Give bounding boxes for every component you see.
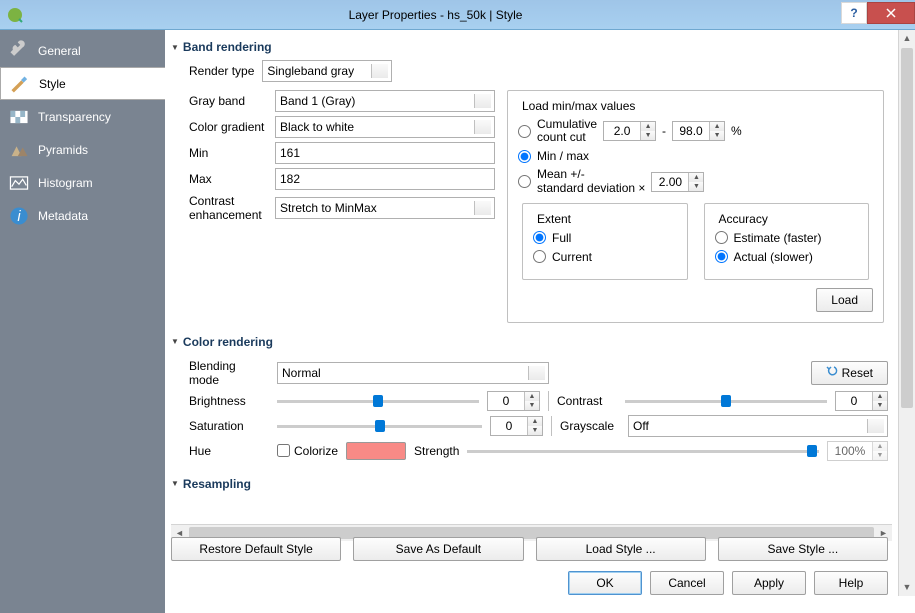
contrast-combo[interactable]: Stretch to MinMax: [275, 197, 495, 219]
load-button[interactable]: Load: [816, 288, 873, 312]
meanstd-spin[interactable]: ▲▼: [651, 172, 704, 192]
pyramids-icon: [8, 141, 30, 159]
title-bar: Layer Properties - hs_50k | Style ?: [0, 0, 915, 30]
brightness-slider[interactable]: [277, 393, 479, 409]
histogram-icon: [8, 174, 30, 192]
cumulative-radio[interactable]: [518, 125, 531, 138]
render-type-combo[interactable]: Singleband gray: [262, 60, 392, 82]
grayscale-label: Grayscale: [560, 419, 620, 433]
sidebar-item-label: Pyramids: [38, 143, 88, 157]
render-type-label: Render type: [189, 64, 254, 78]
saturation-slider[interactable]: [277, 418, 482, 434]
title-help-button[interactable]: ?: [841, 2, 867, 24]
contrast-slider[interactable]: [625, 393, 827, 409]
brightness-label: Brightness: [189, 394, 269, 408]
load-minmax-fieldset: Load min/max values Cumulative count cut…: [507, 90, 884, 323]
cum-lo-spin[interactable]: ▲▼: [603, 121, 656, 141]
sidebar-item-label: Transparency: [38, 110, 111, 124]
section-band-rendering[interactable]: Band rendering: [171, 36, 888, 58]
sidebar-item-pyramids[interactable]: Pyramids: [0, 133, 165, 166]
ok-button[interactable]: OK: [568, 571, 642, 595]
blending-combo[interactable]: Normal: [277, 362, 549, 384]
help-button[interactable]: Help: [814, 571, 888, 595]
sidebar-item-label: Metadata: [38, 209, 88, 223]
min-input[interactable]: [275, 142, 495, 164]
window-title: Layer Properties - hs_50k | Style: [30, 8, 841, 22]
close-button[interactable]: [867, 2, 915, 24]
extent-current-radio[interactable]: [533, 250, 546, 263]
saturation-label: Saturation: [189, 419, 269, 433]
saturation-spin[interactable]: ▲▼: [490, 416, 543, 436]
checker-icon: [8, 108, 30, 126]
minmax-label: Min / max: [537, 149, 589, 163]
apply-button[interactable]: Apply: [732, 571, 806, 595]
max-input[interactable]: [275, 168, 495, 190]
extent-fieldset: Extent Full Current: [522, 203, 688, 280]
cumulative-label: Cumulative count cut: [537, 118, 597, 144]
band-form: Gray band Band 1 (Gray) Color gradient B…: [189, 90, 495, 223]
cum-hi-spin[interactable]: ▲▼: [672, 121, 725, 141]
sidebar-item-histogram[interactable]: Histogram: [0, 166, 165, 199]
save-default-button[interactable]: Save As Default: [353, 537, 523, 561]
accuracy-estimate-radio[interactable]: [715, 231, 728, 244]
sidebar-item-label: General: [38, 44, 81, 58]
gray-band-combo[interactable]: Band 1 (Gray): [275, 90, 495, 112]
undo-icon: [826, 365, 838, 380]
section-color-rendering[interactable]: Color rendering: [171, 331, 888, 353]
sidebar: General Style Transparency Pyramids Hist…: [0, 30, 165, 613]
hue-label: Hue: [189, 444, 269, 458]
save-style-button[interactable]: Save Style ...: [718, 537, 888, 561]
vertical-scrollbar[interactable]: ▲▼: [898, 30, 915, 596]
strength-label: Strength: [414, 444, 459, 458]
sidebar-item-general[interactable]: General: [0, 34, 165, 67]
colorize-checkbox[interactable]: Colorize: [277, 444, 338, 458]
minmax-radio[interactable]: [518, 150, 531, 163]
sidebar-item-label: Style: [39, 77, 66, 91]
brightness-spin[interactable]: ▲▼: [487, 391, 540, 411]
section-resampling[interactable]: Resampling: [171, 473, 888, 495]
accuracy-actual-radio[interactable]: [715, 250, 728, 263]
sidebar-item-label: Histogram: [38, 176, 93, 190]
strength-slider[interactable]: [467, 443, 819, 459]
blending-label: Blending mode: [189, 359, 269, 387]
load-minmax-title: Load min/max values: [518, 99, 639, 113]
meanstd-radio[interactable]: [518, 175, 531, 188]
content-pane: Band rendering Render type Singleband gr…: [165, 30, 898, 613]
color-gradient-combo[interactable]: Black to white: [275, 116, 495, 138]
load-style-button[interactable]: Load Style ...: [536, 537, 706, 561]
colorize-swatch[interactable]: [346, 442, 406, 460]
min-label: Min: [189, 146, 269, 160]
max-label: Max: [189, 172, 269, 186]
contrast-label: Contrast: [557, 394, 617, 408]
contrast-spin[interactable]: ▲▼: [835, 391, 888, 411]
color-gradient-label: Color gradient: [189, 120, 269, 134]
sidebar-item-metadata[interactable]: i Metadata: [0, 199, 165, 232]
sidebar-item-transparency[interactable]: Transparency: [0, 100, 165, 133]
grayscale-combo[interactable]: Off: [628, 415, 888, 437]
gray-band-label: Gray band: [189, 94, 269, 108]
contrast-label: Contrastenhancement: [189, 194, 269, 223]
extent-full-radio[interactable]: [533, 231, 546, 244]
reset-button[interactable]: Reset: [811, 361, 888, 385]
qgis-icon: [6, 6, 24, 24]
cancel-button[interactable]: Cancel: [650, 571, 724, 595]
wrench-icon: [8, 42, 30, 60]
strength-spin[interactable]: ▲▼: [827, 441, 888, 461]
sidebar-item-style[interactable]: Style: [0, 67, 166, 100]
meanstd-label: Mean +/- standard deviation ×: [537, 168, 645, 194]
brush-icon: [9, 75, 31, 93]
accuracy-fieldset: Accuracy Estimate (faster) Actual (slowe…: [704, 203, 870, 280]
restore-default-button[interactable]: Restore Default Style: [171, 537, 341, 561]
info-icon: i: [8, 207, 30, 225]
